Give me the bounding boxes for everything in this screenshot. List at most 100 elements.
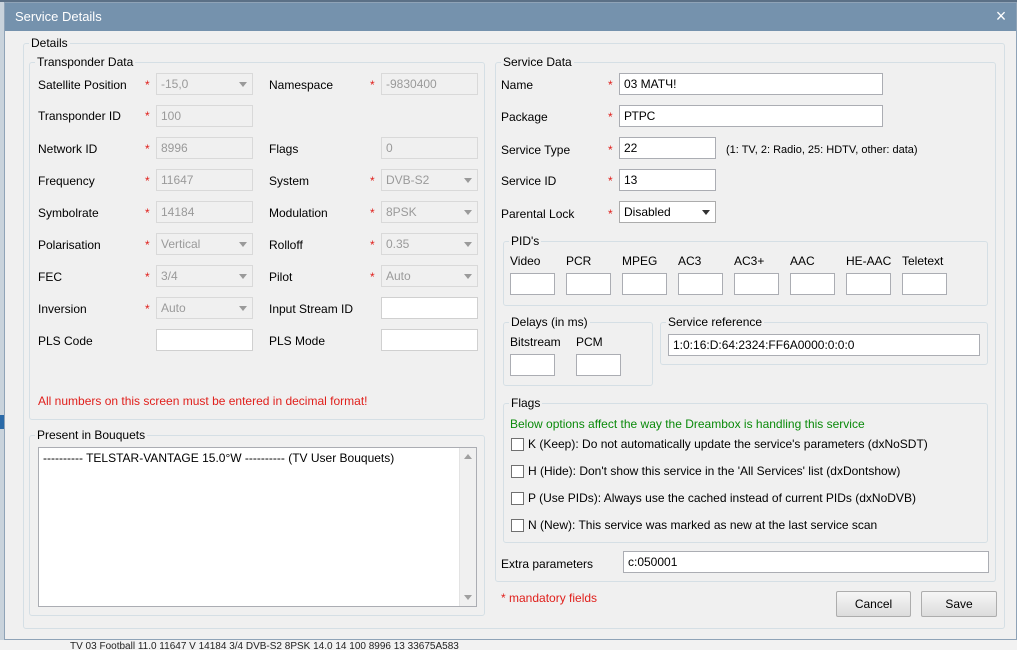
pid-teletext-field[interactable] — [902, 273, 947, 295]
pid-ac3-field[interactable] — [678, 273, 723, 295]
polarisation-value: Vertical — [161, 237, 201, 251]
hide-checkbox[interactable] — [511, 465, 524, 478]
keep-checkbox[interactable] — [511, 438, 524, 451]
pcm-field[interactable] — [576, 354, 621, 376]
chevron-down-icon — [702, 210, 710, 215]
list-item[interactable]: ---------- TELSTAR-VANTAGE 15.0°W ------… — [43, 450, 394, 466]
pls-code-label: PLS Code — [38, 334, 93, 348]
parental-lock-select[interactable]: Disabled — [619, 201, 716, 223]
mandatory-mark: * — [608, 110, 613, 124]
scroll-down-icon[interactable] — [464, 595, 472, 600]
mandatory-mark: * — [370, 78, 375, 92]
name-field[interactable]: 03 МАТЧ! — [619, 73, 883, 95]
transponder-legend: Transponder Data — [35, 55, 136, 69]
use-pids-checkbox[interactable] — [511, 492, 524, 505]
keep-checkbox-label[interactable]: K (Keep): Do not automatically update th… — [528, 437, 928, 451]
service-type-label: Service Type — [501, 143, 571, 157]
mandatory-mark: * — [145, 78, 150, 92]
name-label: Name — [501, 78, 534, 92]
modulation-select[interactable]: 8PSK — [381, 201, 478, 223]
mandatory-mark: * — [608, 207, 613, 221]
pls-code-field[interactable] — [156, 329, 253, 351]
inversion-select[interactable]: Auto — [156, 297, 253, 319]
parental-lock-value: Disabled — [624, 205, 671, 219]
mandatory-fields-note: * mandatory fields — [501, 591, 598, 605]
use-pids-checkbox-label[interactable]: P (Use PIDs): Always use the cached inst… — [528, 491, 916, 505]
pid-mpeg-label: MPEG — [622, 254, 658, 268]
frequency-field[interactable]: 11647 — [156, 169, 253, 191]
mandatory-mark: * — [370, 206, 375, 220]
bitstream-label: Bitstream — [510, 335, 561, 349]
save-button[interactable]: Save — [921, 591, 997, 617]
mandatory-mark: * — [370, 270, 375, 284]
mandatory-mark: * — [145, 302, 150, 316]
title-bar[interactable]: Service Details × — [5, 3, 1016, 31]
pid-aac-field[interactable] — [790, 273, 835, 295]
close-icon[interactable]: × — [990, 5, 1012, 27]
service-details-dialog: Service Details × Details Transponder Da… — [4, 2, 1017, 640]
flags-note: Below options affect the way the Dreambo… — [510, 417, 865, 431]
package-label: Package — [501, 110, 548, 124]
pls-mode-field[interactable] — [381, 329, 478, 351]
polarisation-select[interactable]: Vertical — [156, 233, 253, 255]
details-legend: Details — [29, 36, 70, 50]
pid-video-field[interactable] — [510, 273, 555, 295]
bouquets-scrollbar[interactable] — [459, 448, 476, 606]
symbolrate-field[interactable]: 14184 — [156, 201, 253, 223]
pilot-label: Pilot — [269, 270, 293, 284]
mandatory-mark: * — [370, 238, 375, 252]
fec-select[interactable]: 3/4 — [156, 265, 253, 287]
pid-ac3plus-field[interactable] — [734, 273, 779, 295]
new-checkbox[interactable] — [511, 519, 524, 532]
mandatory-mark: * — [145, 206, 150, 220]
service-reference-field[interactable]: 1:0:16:D:64:2324:FF6A0000:0:0:0 — [668, 334, 980, 356]
package-field[interactable]: РТРС — [619, 105, 883, 127]
chevron-down-icon — [239, 306, 247, 311]
hide-checkbox-label[interactable]: H (Hide): Don't show this service in the… — [528, 464, 900, 478]
inversion-value: Auto — [161, 301, 186, 315]
flags-field[interactable]: 0 — [381, 137, 478, 159]
system-value: DVB-S2 — [386, 173, 430, 187]
extra-parameters-label: Extra parameters — [501, 557, 594, 571]
scroll-up-icon[interactable] — [464, 454, 472, 459]
service-data-legend: Service Data — [501, 55, 574, 69]
pid-mpeg-field[interactable] — [622, 273, 667, 295]
satellite-position-value: -15,0 — [161, 77, 189, 91]
rolloff-select[interactable]: 0.35 — [381, 233, 478, 255]
bitstream-field[interactable] — [510, 354, 555, 376]
extra-parameters-field[interactable]: c:050001 — [623, 551, 989, 573]
chevron-down-icon — [464, 242, 472, 247]
fec-value: 3/4 — [161, 269, 178, 283]
mandatory-mark: * — [145, 238, 150, 252]
satellite-position-select[interactable]: -15,0 — [156, 73, 253, 95]
decimal-format-warning: All numbers on this screen must be enter… — [38, 394, 368, 408]
background-table-row: TV 03 Football 11.0 11647 V 14184 3/4 DV… — [0, 640, 1017, 650]
cancel-button[interactable]: Cancel — [836, 591, 911, 617]
input-stream-id-field[interactable] — [381, 297, 478, 319]
system-select[interactable]: DVB-S2 — [381, 169, 478, 191]
frequency-label: Frequency — [38, 174, 95, 188]
pid-heaac-field[interactable] — [846, 273, 891, 295]
mandatory-mark: * — [145, 109, 150, 123]
bouquets-list[interactable]: ---------- TELSTAR-VANTAGE 15.0°W ------… — [38, 447, 477, 607]
chevron-down-icon — [239, 82, 247, 87]
transponder-id-label: Transponder ID — [38, 109, 121, 123]
transponder-id-field[interactable]: 100 — [156, 105, 253, 127]
rolloff-label: Rolloff — [269, 238, 303, 252]
pilot-select[interactable]: Auto — [381, 265, 478, 287]
symbolrate-label: Symbolrate — [38, 206, 99, 220]
pilot-value: Auto — [386, 269, 411, 283]
new-checkbox-label[interactable]: N (New): This service was marked as new … — [528, 518, 877, 532]
modulation-label: Modulation — [269, 206, 328, 220]
namespace-label: Namespace — [269, 78, 334, 92]
dialog-title: Service Details — [15, 9, 102, 24]
mandatory-mark: * — [608, 78, 613, 92]
service-id-field[interactable]: 13 — [619, 169, 716, 191]
mandatory-mark: * — [145, 174, 150, 188]
network-id-label: Network ID — [38, 142, 98, 156]
service-type-field[interactable]: 22 — [619, 137, 716, 159]
satellite-position-label: Satellite Position — [38, 78, 127, 92]
namespace-field[interactable]: -9830400 — [381, 73, 478, 95]
pid-pcr-field[interactable] — [566, 273, 611, 295]
network-id-field[interactable]: 8996 — [156, 137, 253, 159]
